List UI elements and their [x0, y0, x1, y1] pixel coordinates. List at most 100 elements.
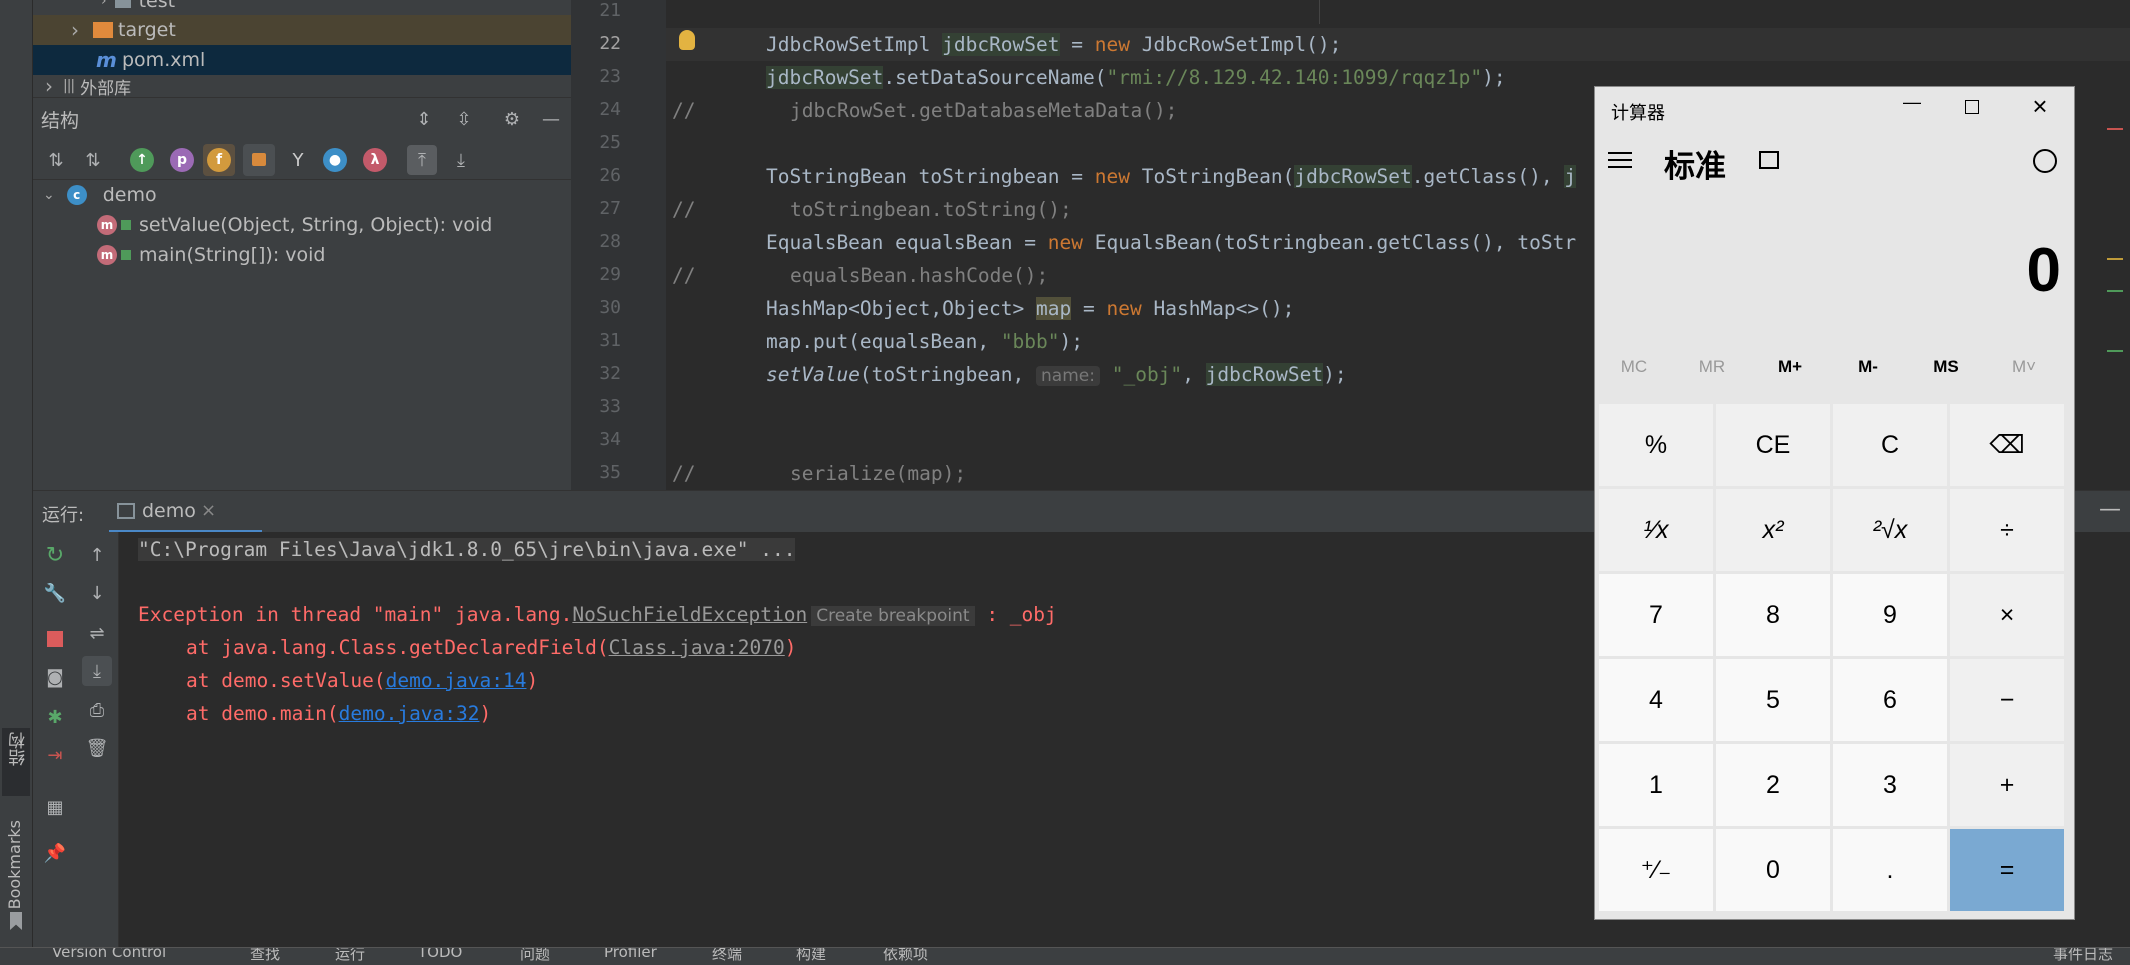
digit-8-button[interactable]: 8	[1716, 574, 1830, 656]
clear-button[interactable]: C	[1833, 404, 1947, 486]
status-event-log[interactable]: 事件日志	[2053, 948, 2113, 964]
print-icon[interactable]: ⎙	[82, 695, 112, 725]
keep-on-top-icon[interactable]	[1759, 151, 1779, 169]
structure-member-main[interactable]: m main(String[]): void	[33, 240, 571, 270]
inherited-icon[interactable]: ↑	[130, 148, 154, 172]
minimize-icon[interactable]: —	[2099, 497, 2121, 522]
digit-0-button[interactable]: 0	[1716, 829, 1830, 911]
clear-entry-button[interactable]: CE	[1716, 404, 1830, 486]
digit-3-button[interactable]: 3	[1833, 744, 1947, 826]
info-stripe-marker[interactable]	[2107, 290, 2123, 292]
stack-frame-2: at demo.setValue(demo.java:14)	[186, 669, 539, 692]
close-window-icon[interactable]: ×	[2025, 91, 2055, 121]
debug-bug-icon[interactable]: ✱	[40, 702, 70, 732]
status-problems[interactable]: 问题	[520, 948, 550, 964]
square-button[interactable]: x²	[1716, 489, 1830, 571]
show-lambdas-split-icon[interactable]: Y	[283, 145, 313, 175]
collapse-all-icon[interactable]: ⇳	[449, 104, 479, 134]
digit-5-button[interactable]: 5	[1716, 659, 1830, 741]
camera-icon[interactable]: ◙	[40, 662, 70, 692]
maximize-window-icon[interactable]	[1965, 100, 1979, 114]
tree-item-target[interactable]: › target	[33, 15, 571, 45]
hamburger-menu-icon[interactable]	[1608, 159, 1632, 161]
line-number: 21	[599, 0, 621, 21]
show-fields-icon[interactable]: f	[207, 148, 231, 172]
rerun-icon[interactable]: ↻	[40, 540, 70, 570]
wrench-icon[interactable]: 🔧	[40, 578, 70, 608]
reciprocal-button[interactable]: ¹⁄x	[1599, 489, 1713, 571]
autoscroll-to-source-icon[interactable]: ⤒	[407, 145, 437, 175]
equals-button[interactable]: =	[1950, 829, 2064, 911]
lock-icon[interactable]	[252, 153, 266, 166]
stack-link-demo-32[interactable]: demo.java:32	[339, 702, 480, 725]
tree-item-external-libs[interactable]: › ||| 外部库	[33, 75, 571, 97]
digit-9-button[interactable]: 9	[1833, 574, 1947, 656]
exception-class-link[interactable]: NoSuchFieldException	[572, 603, 807, 626]
show-properties-icon[interactable]: p	[170, 148, 194, 172]
tree-item-pom[interactable]: m pom.xml	[33, 45, 571, 75]
bookmarks-tool-tab[interactable]: Bookmarks	[5, 820, 24, 909]
digit-7-button[interactable]: 7	[1599, 574, 1713, 656]
soft-wrap-icon[interactable]: ⇌	[82, 618, 112, 648]
scroll-to-end-icon[interactable]: ⤓	[82, 656, 112, 686]
add-button[interactable]: +	[1950, 744, 2064, 826]
structure-member-setvalue[interactable]: m setValue(Object, String, Object): void	[33, 210, 571, 240]
info-stripe-marker[interactable]	[2107, 350, 2123, 352]
code-line-26: ToStringBean toStringbean = new ToString…	[766, 165, 1577, 188]
structure-root-demo[interactable]: ⌄ c demo	[33, 180, 571, 210]
minimize-window-icon[interactable]: —	[1897, 92, 1927, 122]
memory-recall-button[interactable]: MR	[1673, 357, 1751, 377]
lightbulb-icon[interactable]	[679, 30, 695, 50]
layout-icon[interactable]: ▦	[40, 792, 70, 822]
decimal-button[interactable]: .	[1833, 829, 1947, 911]
status-find[interactable]: 查找	[250, 948, 280, 964]
structure-tool-tab[interactable]: 结构	[2, 728, 30, 796]
trash-icon[interactable]: 🗑	[82, 733, 112, 763]
status-todo[interactable]: TODO	[418, 948, 462, 961]
square-root-button[interactable]: ²√x	[1833, 489, 1947, 571]
run-tab-demo[interactable]: demo ×	[109, 491, 262, 533]
arrow-up-icon[interactable]: ↑	[82, 540, 112, 570]
status-run[interactable]: 运行	[335, 948, 365, 964]
status-profiler[interactable]: Profiler	[604, 948, 657, 961]
status-dependencies[interactable]: 依赖项	[883, 948, 928, 964]
lambda-icon[interactable]: λ	[363, 148, 387, 172]
gear-icon[interactable]: ⚙	[497, 104, 527, 134]
anonymous-classes-icon[interactable]: ●	[323, 148, 347, 172]
memory-clear-button[interactable]: MC	[1595, 357, 1673, 377]
pin-icon[interactable]: 📌	[40, 838, 70, 868]
digit-2-button[interactable]: 2	[1716, 744, 1830, 826]
stack-link-class-java[interactable]: Class.java:2070	[609, 636, 785, 659]
divide-button[interactable]: ÷	[1950, 489, 2064, 571]
history-icon[interactable]	[2033, 149, 2057, 173]
stack-link-demo-14[interactable]: demo.java:14	[386, 669, 527, 692]
subtract-button[interactable]: −	[1950, 659, 2064, 741]
exit-icon[interactable]: ⇥	[40, 740, 70, 770]
status-build[interactable]: 构建	[796, 948, 826, 964]
error-stripe-marker[interactable]	[2107, 128, 2123, 130]
stop-icon[interactable]	[47, 631, 63, 647]
sort-by-visibility-icon[interactable]: ⇅	[41, 145, 71, 175]
close-icon[interactable]: ×	[201, 500, 216, 521]
status-terminal[interactable]: 终端	[712, 948, 742, 964]
multiply-button[interactable]: ×	[1950, 574, 2064, 656]
digit-1-button[interactable]: 1	[1599, 744, 1713, 826]
digit-6-button[interactable]: 6	[1833, 659, 1947, 741]
arrow-down-icon[interactable]: ↓	[82, 578, 112, 608]
negate-button[interactable]: ⁺⁄₋	[1599, 829, 1713, 911]
backspace-button[interactable]: ⌫	[1950, 404, 2064, 486]
digit-4-button[interactable]: 4	[1599, 659, 1713, 741]
memory-subtract-button[interactable]: M-	[1829, 357, 1907, 377]
memory-list-button[interactable]: M˅	[1985, 357, 2063, 377]
create-breakpoint-hint[interactable]: Create breakpoint	[811, 606, 975, 626]
tree-item-test[interactable]: › test	[33, 0, 571, 16]
autoscroll-from-source-icon[interactable]: ⤓	[446, 145, 476, 175]
sort-alphabetically-icon[interactable]: ⇅	[78, 145, 108, 175]
memory-store-button[interactable]: MS	[1907, 357, 1985, 377]
minimize-icon[interactable]: —	[536, 104, 566, 134]
status-version-control[interactable]: Version Control	[52, 948, 166, 961]
warning-stripe-marker[interactable]	[2107, 258, 2123, 260]
memory-add-button[interactable]: M+	[1751, 357, 1829, 377]
expand-all-icon[interactable]: ⇕	[409, 104, 439, 134]
percent-button[interactable]: %	[1599, 404, 1713, 486]
